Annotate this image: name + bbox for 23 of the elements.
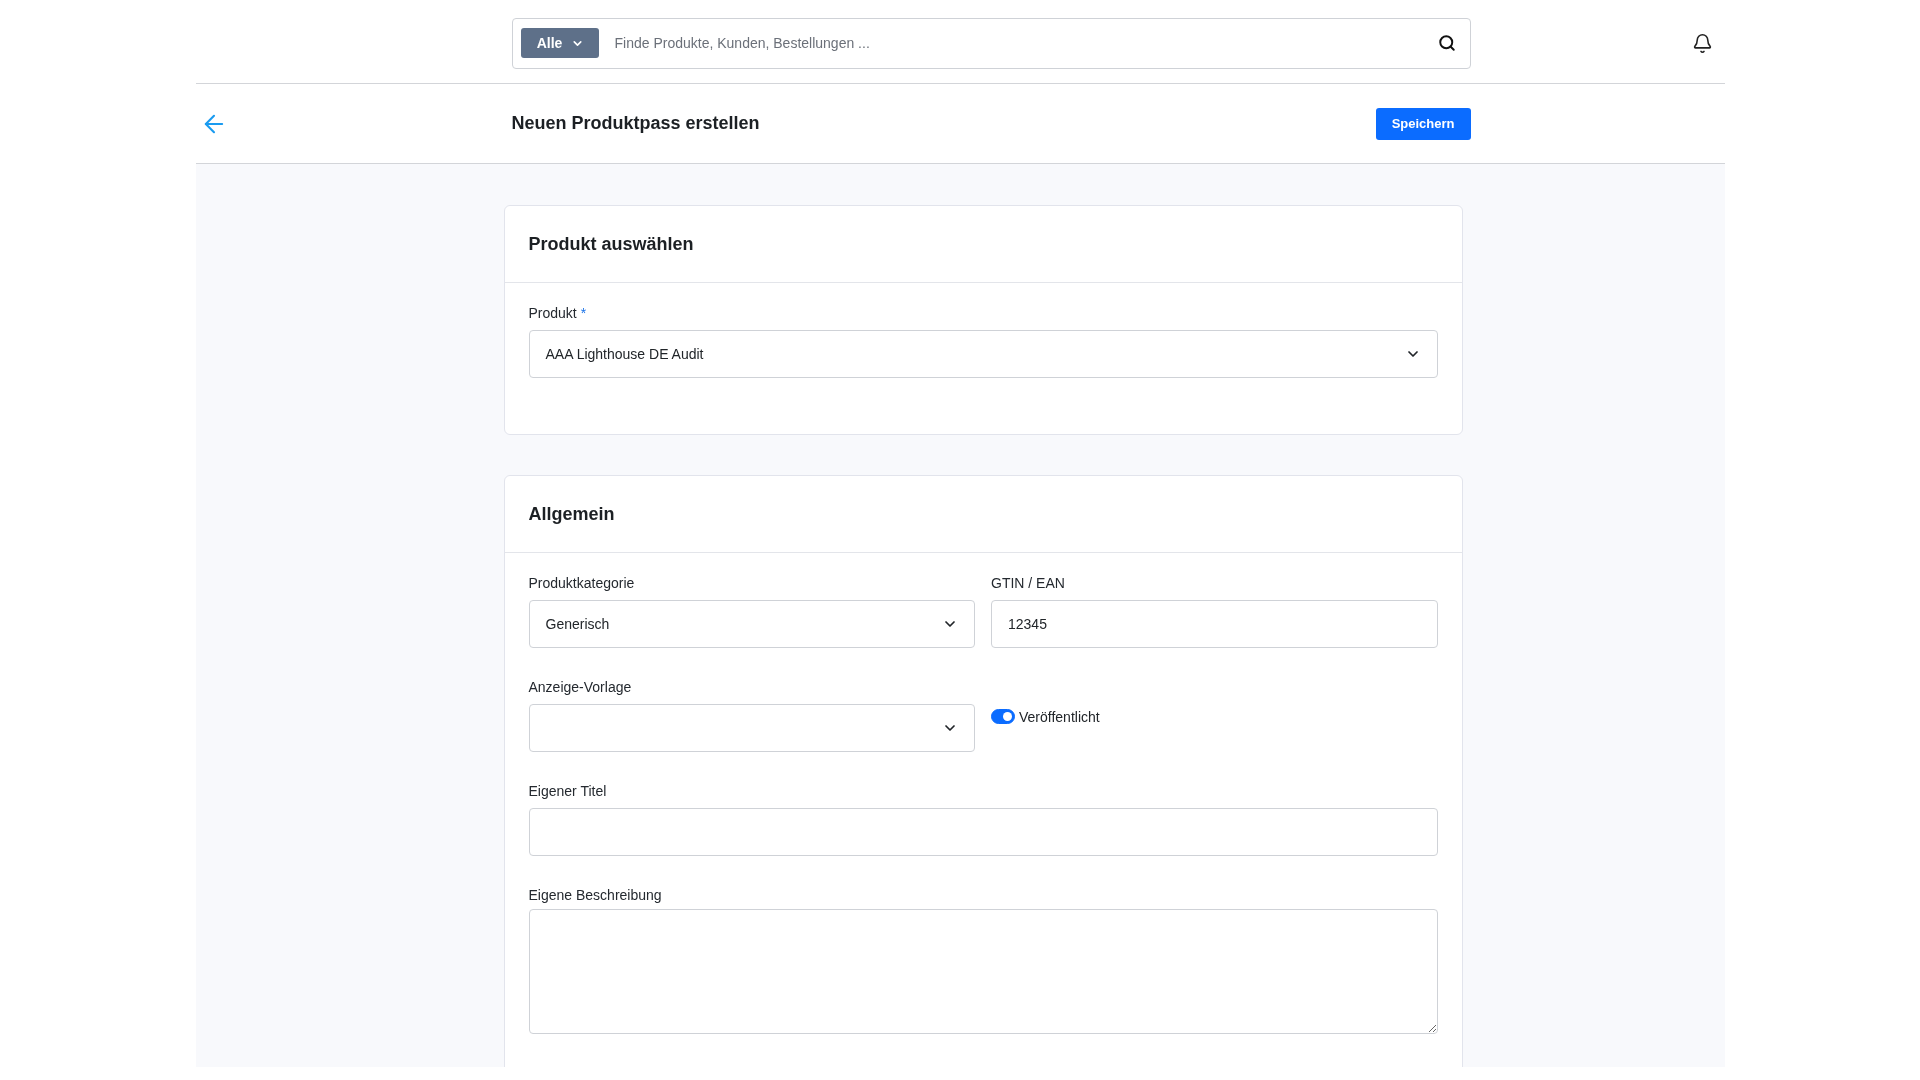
field-label: Produktkategorie	[528, 575, 636, 592]
card-title: Allgemein	[528, 503, 615, 525]
save-button[interactable]: Speichern	[1375, 107, 1471, 140]
toggle-switch[interactable]	[991, 709, 1015, 724]
search-bar[interactable]: Alle Finde Produkte, Kunden, Bestellungen ...	[511, 17, 1471, 69]
field-label: GTIN / EAN	[991, 575, 1066, 592]
search-icon[interactable]	[1437, 34, 1456, 52]
page-title: Neuen Produktpass erstellen	[511, 113, 760, 134]
scope-dropdown-button[interactable]: Alle	[520, 28, 599, 58]
select-field[interactable]: Generisch	[528, 600, 975, 648]
field-label: Produkt *	[528, 305, 588, 322]
select-field[interactable]: AAA Lighthouse DE Audit	[528, 330, 1438, 378]
bell-icon[interactable]	[1691, 32, 1713, 54]
field-label: Eigener Titel	[528, 783, 608, 800]
text-area-field[interactable]	[528, 909, 1438, 1034]
search-field[interactable]: Finde Produkte, Kunden, Bestellungen ...	[612, 28, 1438, 58]
field-label: Anzeige-Vorlage	[528, 679, 633, 696]
card-title: Produkt auswählen	[528, 233, 694, 255]
text-field[interactable]: 12345	[991, 600, 1438, 648]
select-field[interactable]	[528, 704, 975, 752]
toggle-label: Veröffentlicht	[1019, 708, 1100, 725]
text-field[interactable]	[528, 808, 1438, 856]
field-label: Eigene Beschreibung	[528, 887, 663, 904]
